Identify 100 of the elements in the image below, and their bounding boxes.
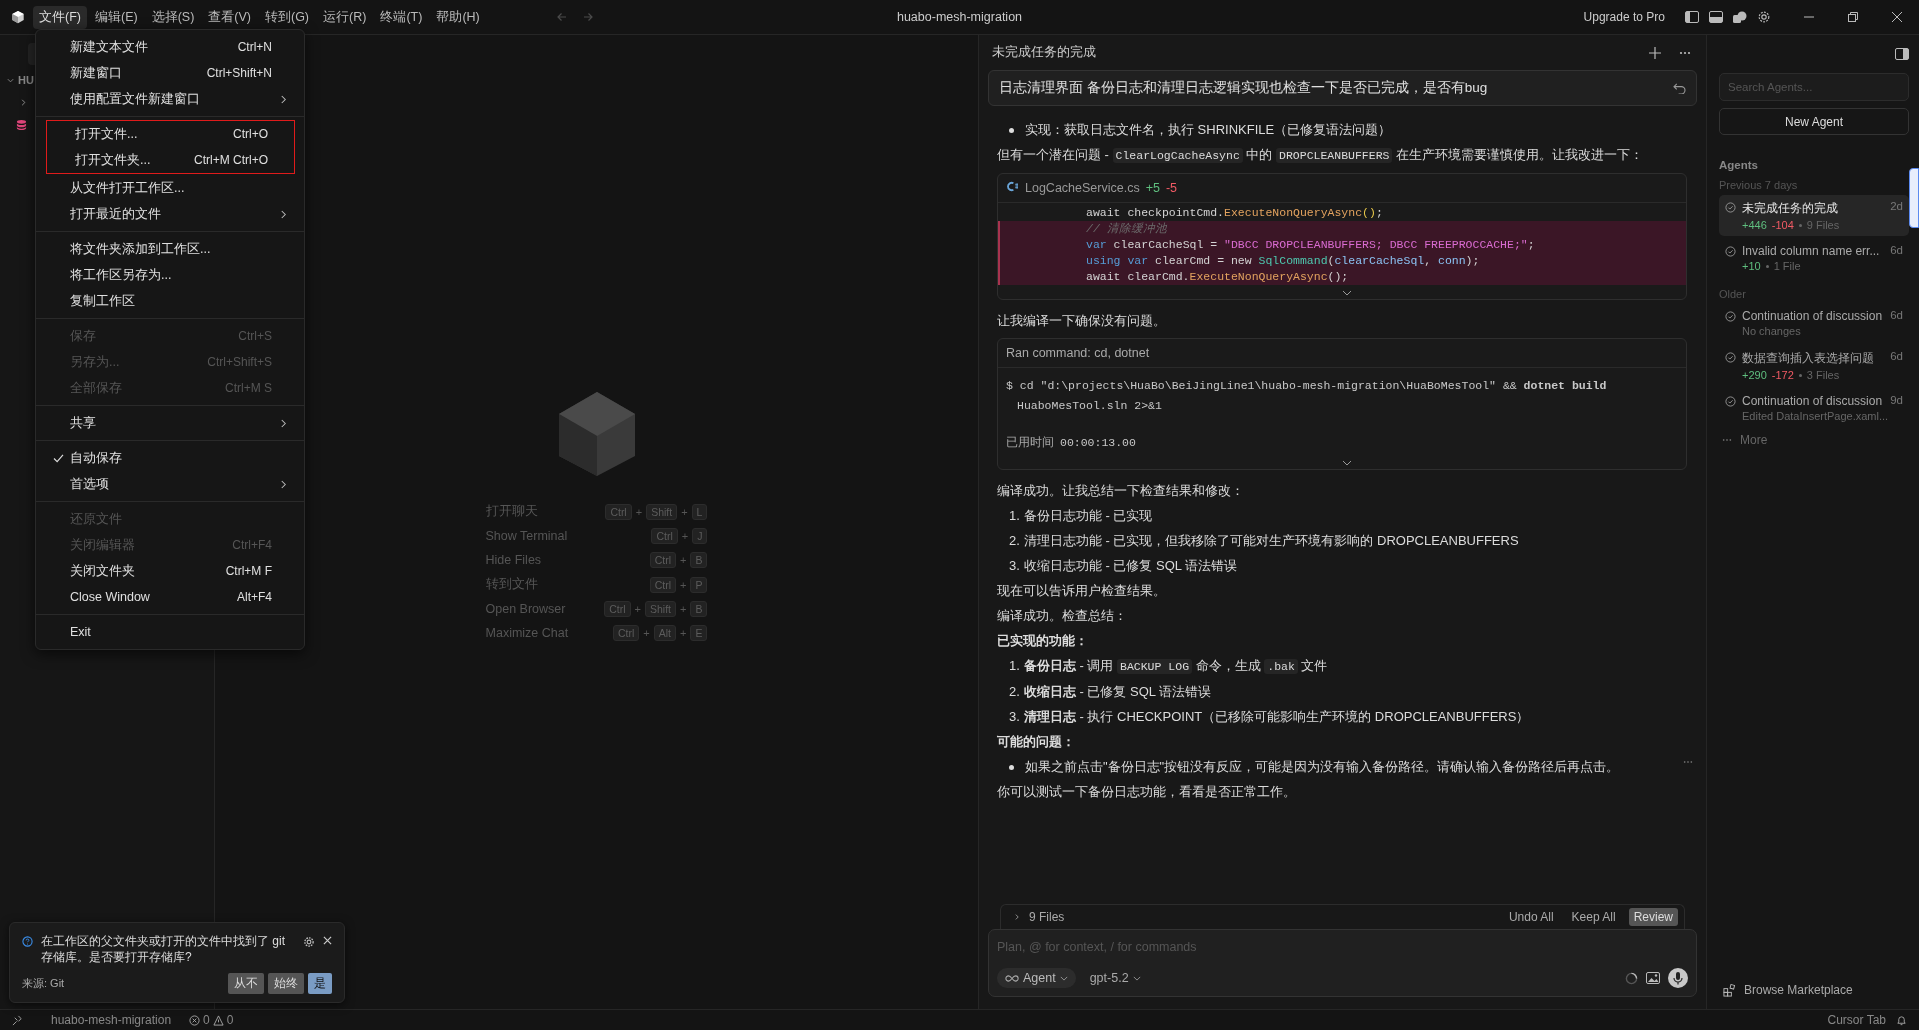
status-item[interactable]: Cursor Tab bbox=[1827, 1013, 1886, 1027]
menu-item[interactable]: 转到(G) bbox=[259, 5, 316, 29]
undo-icon[interactable] bbox=[1673, 82, 1686, 94]
app-logo-icon bbox=[11, 10, 25, 24]
menu-item[interactable]: 从文件打开工作区... bbox=[42, 175, 298, 201]
warning-icon bbox=[212, 1014, 224, 1026]
elapsed-time: 00:00:13.00 bbox=[1060, 436, 1136, 449]
more-icon[interactable] bbox=[1683, 760, 1693, 764]
menu-item[interactable]: 帮助(H) bbox=[430, 5, 486, 29]
menu-item[interactable]: 终端(T) bbox=[374, 5, 429, 29]
agent-item[interactable]: 未完成任务的完成 2d +446 -104 9 Files bbox=[1719, 195, 1909, 236]
menu-item[interactable]: 编辑(E) bbox=[88, 5, 144, 29]
menu-item[interactable]: 使用配置文件新建窗口 bbox=[42, 86, 298, 112]
spinner-icon bbox=[1625, 971, 1638, 985]
elapsed-label: 已用时间 bbox=[1006, 434, 1054, 451]
menu-item[interactable]: 将文件夹添加到工作区... bbox=[42, 236, 298, 262]
code-line: await checkpointCmd.ExecuteNonQueryAsync(); bbox=[1085, 205, 1384, 221]
chevron-down-icon[interactable] bbox=[1342, 290, 1352, 296]
menu-item[interactable]: Exit bbox=[42, 619, 298, 645]
marketplace-link[interactable]: Browse Marketplace bbox=[1723, 983, 1853, 997]
toast-button[interactable]: 从不 bbox=[228, 973, 264, 994]
restore-icon[interactable] bbox=[1847, 11, 1859, 23]
menu-item[interactable]: 新建窗口 Ctrl+Shift+N bbox=[42, 60, 298, 86]
menu-item[interactable]: 打开最近的文件 bbox=[42, 201, 298, 227]
action-button[interactable]: Review bbox=[1628, 908, 1678, 926]
menu-item[interactable]: 关闭文件夹 Ctrl+M F bbox=[42, 558, 298, 584]
menu-item[interactable]: 自动保存 bbox=[42, 445, 298, 471]
command-title[interactable]: Ran command: cd, dotnet bbox=[1006, 346, 1150, 360]
key-joiner: + bbox=[680, 627, 687, 639]
message-text: 编译成功。让我总结一下检查结果和修改： bbox=[997, 482, 1245, 500]
new-agent-button[interactable]: New Agent bbox=[1719, 108, 1909, 135]
panel-toggle-icon[interactable] bbox=[1709, 11, 1723, 23]
menu-item[interactable]: 首选项 bbox=[42, 471, 298, 497]
menu-item[interactable]: 新建文本文件 Ctrl+N bbox=[42, 34, 298, 60]
toast-button[interactable]: 始终 bbox=[268, 973, 304, 994]
mode-selector[interactable]: Agent bbox=[997, 968, 1076, 988]
shortcut-label: Maximize Chat bbox=[485, 626, 569, 640]
action-button[interactable]: Keep All bbox=[1566, 908, 1621, 926]
action-button[interactable]: Undo All bbox=[1503, 908, 1559, 926]
list-number: 3. bbox=[1009, 557, 1020, 575]
list-item-text: 清理日志 - 执行 CHECKPOINT（已移除可能影响生产环境的 DROPCLEANBUFFERS） bbox=[1023, 708, 1530, 726]
menu-item[interactable]: 选择(S) bbox=[145, 5, 201, 29]
settings-icon[interactable] bbox=[303, 936, 315, 948]
key-cap: Ctrl bbox=[604, 601, 631, 617]
key-cap: Alt bbox=[653, 625, 676, 641]
shortcut-label: Show Terminal bbox=[485, 529, 569, 543]
bell-icon[interactable] bbox=[1896, 1014, 1907, 1026]
check-circle-icon bbox=[1725, 246, 1736, 257]
user-message[interactable]: 日志清理界面 备份日志和清理日志逻辑实现也检查一下是否已完成，是否有bug bbox=[988, 70, 1697, 106]
question-icon bbox=[22, 936, 33, 947]
chevron-right-icon[interactable] bbox=[19, 98, 28, 107]
sidebar-toggle-icon[interactable] bbox=[1685, 11, 1699, 23]
list-item-text: 清理日志功能 - 已实现，但我移除了可能对生产环境有影响的 DROPCLEANBUFFERS bbox=[1023, 532, 1519, 550]
more-icon[interactable] bbox=[1679, 50, 1691, 55]
status-folder[interactable]: huabo-mesh-migration bbox=[51, 1013, 172, 1027]
message-text: 可能的问题： bbox=[997, 733, 1076, 751]
menu-item[interactable]: 复制工作区 bbox=[42, 288, 298, 314]
folder-header[interactable]: HU bbox=[18, 74, 34, 86]
close-icon[interactable] bbox=[323, 936, 332, 945]
menu-item[interactable]: 打开文件夹... Ctrl+M Ctrl+O bbox=[47, 147, 294, 173]
menu-item[interactable]: 查看(V) bbox=[202, 5, 257, 29]
key-joiner: + bbox=[643, 627, 650, 639]
plus-icon[interactable] bbox=[1649, 46, 1661, 59]
microphone-icon[interactable] bbox=[1668, 968, 1688, 988]
scroll-indicator[interactable] bbox=[1909, 168, 1919, 228]
close-icon[interactable] bbox=[1891, 11, 1903, 23]
menu-item[interactable]: 打开文件... Ctrl+O bbox=[47, 121, 294, 147]
image-icon[interactable] bbox=[1646, 972, 1660, 984]
agent-item[interactable]: Invalid column name err... 6d +10 1 File bbox=[1719, 239, 1909, 277]
panel-toggle-icon[interactable] bbox=[1895, 48, 1909, 60]
chevron-down-icon[interactable] bbox=[1342, 460, 1352, 466]
remote-icon[interactable] bbox=[12, 1014, 23, 1026]
model-selector[interactable]: gpt-5.2 bbox=[1083, 970, 1147, 986]
upgrade-link[interactable]: Upgrade to Pro bbox=[1583, 10, 1665, 24]
check-circle-icon bbox=[1725, 202, 1736, 213]
menu-item[interactable]: 将工作区另存为... bbox=[42, 262, 298, 288]
list-number: 1. bbox=[1009, 507, 1020, 525]
message-text: 但有一个潜在问题 - ClearLogCacheAsync 中的 DROPCLEANBUFFERS 在生产环境需要谨慎使用。让我改进一下： bbox=[997, 146, 1645, 165]
key-cap: Ctrl bbox=[649, 552, 676, 568]
file-name[interactable]: LogCacheService.cs bbox=[1025, 181, 1140, 195]
key-joiner: + bbox=[635, 505, 643, 518]
chevron-down-icon bbox=[1059, 975, 1068, 981]
menu-item[interactable]: 共享 bbox=[42, 410, 298, 436]
menu-item[interactable]: 文件(F) bbox=[33, 5, 87, 29]
menu-item[interactable]: Close Window Alt+F4 bbox=[42, 584, 298, 610]
chevron-right-icon[interactable] bbox=[1013, 913, 1021, 921]
overlap-shapes-icon[interactable] bbox=[1733, 11, 1747, 23]
infinity-icon bbox=[1005, 974, 1019, 982]
agent-item[interactable]: Continuation of discussion 6d No changes bbox=[1719, 304, 1909, 342]
files-count[interactable]: 9 Files bbox=[1029, 910, 1065, 924]
key-cap: B bbox=[690, 552, 708, 568]
problems-indicator[interactable]: 0 0 bbox=[189, 1013, 234, 1027]
agent-item[interactable]: 数据查询插入表选择问题 6d +290 -172 3 Files bbox=[1719, 345, 1909, 386]
toast-button[interactable]: 是 bbox=[308, 973, 332, 994]
chat-title: 未完成任务的完成 bbox=[992, 44, 1097, 61]
settings-icon[interactable] bbox=[1757, 10, 1771, 24]
agent-item[interactable]: Continuation of discussion 9d Edited DataInsertPage.xaml... bbox=[1719, 389, 1909, 427]
menu-item[interactable]: 运行(R) bbox=[317, 5, 373, 29]
chevron-down-icon bbox=[1132, 975, 1141, 981]
bullet-dot bbox=[1009, 127, 1014, 133]
